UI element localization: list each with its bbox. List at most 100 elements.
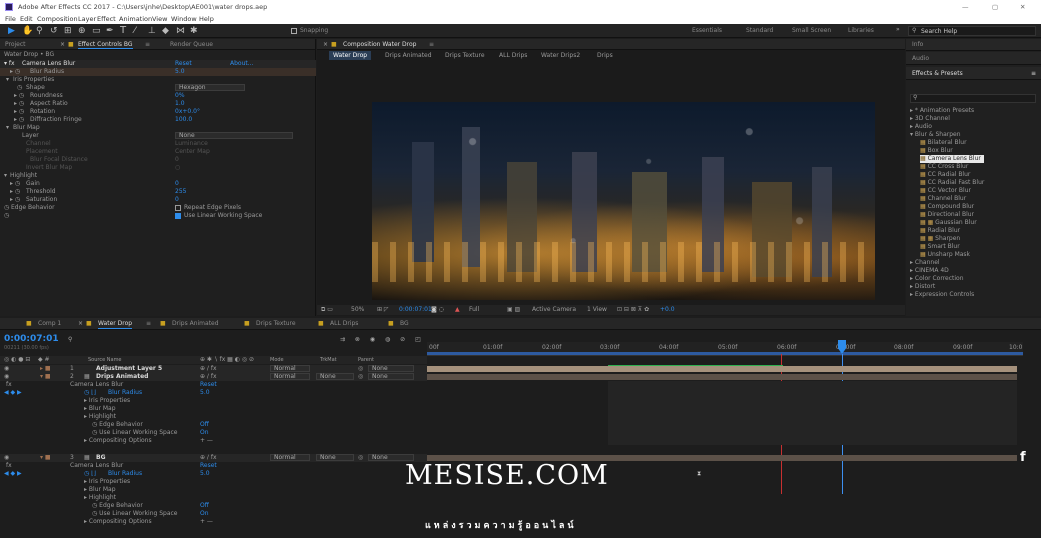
text-tool-icon[interactable]: T <box>120 25 126 36</box>
rotation-value[interactable]: 0x+0.0° <box>175 108 200 116</box>
prop-reset[interactable]: Reset <box>200 462 217 470</box>
layer-name[interactable]: Adjustment Layer 5 <box>96 365 162 373</box>
menu-edit[interactable]: Edit <box>20 14 33 24</box>
layer-label-color[interactable]: ▾ ■ <box>40 454 51 462</box>
stopwatch-icon[interactable]: ◷ ⌊⌋ <box>84 389 96 397</box>
aspect-ratio-value[interactable]: 1.0 <box>175 100 185 108</box>
rotation-stopwatch-icon[interactable]: ▸ ◷ <box>14 108 24 116</box>
layer-label-color[interactable]: ▾ ■ <box>40 373 51 381</box>
effect-item-directional-blur[interactable]: ▦ Directional Blur <box>920 211 974 219</box>
tab-drips-texture[interactable]: Drips Texture <box>256 318 296 330</box>
clone-tool-icon[interactable]: ⊥ <box>148 26 156 36</box>
roundness-value[interactable]: 0% <box>175 92 185 100</box>
layer-mode-dropdown[interactable]: Normal <box>270 454 310 461</box>
effect-item-bilateral-blur[interactable]: ▦ Bilateral Blur <box>920 139 967 147</box>
linear-stopwatch-icon[interactable]: ◷ <box>4 212 9 220</box>
threshold-stopwatch-icon[interactable]: ▸ ◷ <box>10 188 20 196</box>
aspect-stopwatch-icon[interactable]: ▸ ◷ <box>14 100 24 108</box>
close-tab-icon[interactable]: × <box>60 39 65 50</box>
resolution-dropdown[interactable]: Full <box>469 305 479 315</box>
view-layout-dropdown[interactable]: 1 View <box>587 305 607 315</box>
blur-radius-value[interactable]: 5.0 <box>175 68 185 76</box>
panel-menu-icon[interactable]: ≡ <box>145 39 150 50</box>
eye-icon[interactable]: ◉ <box>4 373 9 381</box>
layer-trkmat-dropdown[interactable]: None <box>316 373 354 380</box>
eye-icon[interactable]: ◉ <box>4 365 9 373</box>
effect-item-cc-radial-fast-blur[interactable]: ▦ CC Radial Fast Blur <box>920 179 984 187</box>
zoom-tool-icon[interactable]: ⚲ <box>36 26 43 36</box>
effect-fx-icon[interactable]: ▾ fx <box>4 60 15 68</box>
camera-tool-icon[interactable]: ⊞ <box>64 26 72 36</box>
menu-help[interactable]: Help <box>199 14 214 24</box>
threshold-value[interactable]: 255 <box>175 188 186 196</box>
eraser-tool-icon[interactable]: ◆ <box>162 26 169 36</box>
parent-pickwhip-icon[interactable]: ◎ <box>358 454 363 462</box>
time-ruler[interactable]: 00f 01:00f 02:00f 03:00f 04:00f 05:00f 0… <box>427 342 1023 356</box>
workspace-more-button[interactable]: » <box>896 26 900 33</box>
pan-tool-icon[interactable]: ⊕ <box>78 26 86 36</box>
timeline-search-icon[interactable]: ⚲ <box>68 336 72 343</box>
roundness-stopwatch-icon[interactable]: ▸ ◷ <box>14 92 24 100</box>
close-button[interactable]: ✕ <box>1020 0 1025 14</box>
composition-preview[interactable] <box>372 102 875 300</box>
effect-item-unsharp-mask[interactable]: ▦ Unsharp Mask <box>920 251 970 259</box>
category-audio[interactable]: ▸ Audio <box>910 123 932 131</box>
layer-row[interactable]: ◉ ▾ ■ 3 ▦ BG ⊕ ∕ fx Normal None ◎ None <box>0 454 427 462</box>
layer-parent-dropdown[interactable]: None <box>368 373 414 380</box>
roto-tool-icon[interactable]: ⋈ <box>176 26 185 36</box>
saturation-stopwatch-icon[interactable]: ▸ ◷ <box>10 196 20 204</box>
effect-item-radial-blur[interactable]: ▦ Radial Blur <box>920 227 960 235</box>
audio-panel-tab[interactable]: Audio <box>906 52 1041 65</box>
category-3d-channel[interactable]: ▸ 3D Channel <box>910 115 950 123</box>
effect-item-cc-vector-blur[interactable]: ▦ CC Vector Blur <box>920 187 971 195</box>
layer-parent-dropdown[interactable]: None <box>368 365 414 372</box>
prop-edge-value[interactable]: Off <box>200 502 209 510</box>
layer-name[interactable]: BG <box>96 454 106 462</box>
tab-effect-controls[interactable]: Effect Controls BG <box>78 39 133 49</box>
prop-reset[interactable]: Reset <box>200 381 217 389</box>
layer-label-color[interactable]: ▸ ■ <box>40 365 51 373</box>
workspace-small-screen[interactable]: Small Screen <box>792 27 831 34</box>
layer-row[interactable]: ◉ ▾ ■ 2 ▦ Drips Animated ⊕ ∕ fx Normal N… <box>0 373 427 381</box>
effect-item-sharpen[interactable]: ▦ ▦ Sharpen <box>920 235 960 243</box>
lock-icon[interactable]: ■ <box>68 39 74 50</box>
linear-space-checkbox[interactable] <box>175 213 181 219</box>
prop-linear-value[interactable]: On <box>200 510 209 518</box>
category-channel[interactable]: ▸ Channel <box>910 259 940 267</box>
repeat-edge-checkbox[interactable] <box>175 205 181 211</box>
close-comp-icon[interactable]: × <box>323 39 328 50</box>
chevron-down-icon[interactable]: ▾ <box>6 76 9 84</box>
keyframe-nav-icon[interactable]: ◀ ◆ ▶ <box>4 389 22 397</box>
stopwatch-icon[interactable]: ◷ ⌊⌋ <box>84 470 96 478</box>
brush-tool-icon[interactable]: ⁄ <box>134 26 136 36</box>
snapshot-icon[interactable]: ◙ ◌ <box>431 305 444 315</box>
mask-tool-icon[interactable]: ▭ <box>92 26 101 36</box>
workspace-standard[interactable]: Standard <box>746 27 773 34</box>
gain-value[interactable]: 0 <box>175 180 179 188</box>
blur-radius-row[interactable]: ▸ ◷ Blur Radius 5.0 <box>0 68 316 76</box>
comp-lock-icon[interactable]: ■ <box>331 39 337 50</box>
layer-switches[interactable]: ⊕ ∕ fx <box>200 365 217 373</box>
exposure-value[interactable]: +0.0 <box>660 305 675 315</box>
category-expression-controls[interactable]: ▸ Expression Controls <box>910 291 974 299</box>
workspace-libraries[interactable]: Libraries <box>848 27 874 34</box>
invert-blur-checkbox-icon[interactable]: ○ <box>175 164 180 172</box>
maximize-button[interactable]: ▢ <box>992 0 998 14</box>
category-cinema4d[interactable]: ▸ CINEMA 4D <box>910 267 949 275</box>
highlight-chevron-icon[interactable]: ▾ <box>4 172 7 180</box>
effect-item-compound-blur[interactable]: ▦ Compound Blur <box>920 203 974 211</box>
category-blur-sharpen[interactable]: ▾ Blur & Sharpen <box>910 131 961 139</box>
prop-comp-value[interactable]: + — <box>200 437 213 445</box>
effect-item-smart-blur[interactable]: ▦ Smart Blur <box>920 243 960 251</box>
parent-pickwhip-icon[interactable]: ◎ <box>358 365 363 373</box>
layer-dropdown[interactable]: None <box>175 132 293 139</box>
info-panel-tab[interactable]: Info <box>906 39 1041 51</box>
menu-layer[interactable]: Layer <box>78 14 96 24</box>
menu-composition[interactable]: Composition <box>37 14 78 24</box>
menu-window[interactable]: Window <box>171 14 197 24</box>
timeline-switch-icons[interactable]: ⇉ ⊗ ◉ ◍ ⊘ ◰ <box>340 336 425 343</box>
blur-map-chevron-icon[interactable]: ▾ <box>6 124 9 132</box>
timeline-menu-icon[interactable]: ≡ <box>146 318 151 330</box>
effect-item-camera-lens-blur[interactable]: ▦ Camera Lens Blur <box>920 155 984 163</box>
saturation-value[interactable]: 0 <box>175 196 179 204</box>
